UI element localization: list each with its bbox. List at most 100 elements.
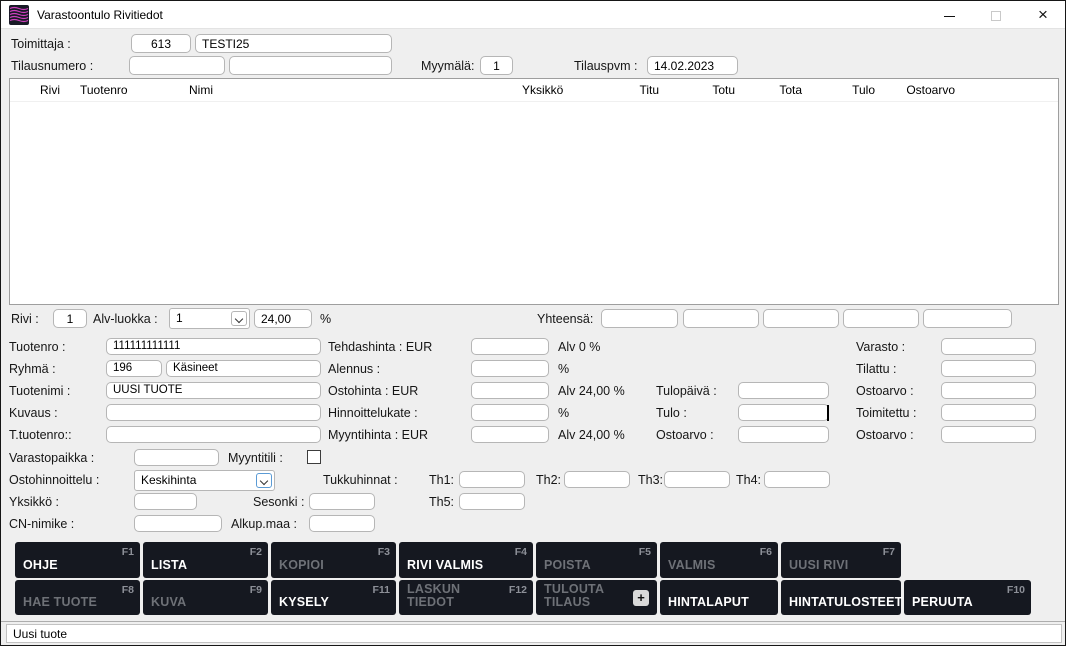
yksikko-label: Yksikkö : (9, 495, 59, 509)
button-hae-tuote[interactable]: HAE TUOTEF8 (15, 580, 140, 615)
toimitettu-field[interactable] (941, 404, 1036, 421)
tuotenimi-field[interactable]: UUSI TUOTE (106, 382, 321, 399)
yhteensa-label: Yhteensä: (537, 312, 593, 326)
button-kysely[interactable]: KYSELYF11 (271, 580, 396, 615)
tulopaiva-field[interactable] (738, 382, 829, 399)
ostohinnoittelu-selected-value: Keskihinta (141, 473, 196, 487)
rivi-label: Rivi : (11, 312, 39, 326)
cn-nimike-label: CN-nimike : (9, 517, 74, 531)
kuvaus-field[interactable] (106, 404, 321, 421)
receipt-ostoarvo-field[interactable] (738, 426, 829, 443)
tehdashinta-field[interactable] (471, 338, 549, 355)
button-kuva[interactable]: KUVAF9 (143, 580, 268, 615)
column-header-tulo: Tulo (818, 83, 875, 97)
alkup-maa-field[interactable] (309, 515, 375, 532)
myyntitili-label: Myyntitili : (228, 451, 283, 465)
button-ohje[interactable]: OHJE F1 (15, 542, 140, 578)
toimittaja-code-field[interactable]: 613 (131, 34, 191, 53)
button-tulouta-tilaus[interactable]: TULOUTA TILAUS+ (536, 580, 657, 615)
th3-field[interactable] (664, 471, 730, 488)
myymala-label: Myymälä: (421, 59, 474, 73)
column-header-tuotenro: Tuotenro (80, 83, 128, 97)
cn-nimike-field[interactable] (134, 515, 222, 532)
th4-field[interactable] (764, 471, 830, 488)
myyntihinta-label: Myyntihinta : EUR (328, 428, 428, 442)
stock-ostoarvo2-field[interactable] (941, 426, 1036, 443)
alv-luokka-label: Alv-luokka : (93, 312, 158, 326)
ostohinta-field[interactable] (471, 382, 549, 399)
tulopaiva-label: Tulopäivä : (656, 384, 717, 398)
ryhma-name-field[interactable]: Käsineet (166, 360, 321, 377)
tuotenro-field[interactable]: 111111111111 (106, 338, 321, 355)
alv-percent-field[interactable]: 24,00 (254, 309, 312, 328)
stock-ostoarvo-label: Ostoarvo : (856, 384, 914, 398)
column-header-yksikko: Yksikkö (522, 83, 563, 97)
alv-luokka-dropdown-button[interactable] (231, 311, 247, 326)
close-button[interactable]: × (1026, 1, 1060, 29)
myyntihinta-field[interactable] (471, 426, 549, 443)
yksikko-field[interactable] (134, 493, 197, 510)
minimize-icon (944, 16, 955, 17)
toimittaja-name-field[interactable]: TESTI25 (195, 34, 392, 53)
button-hintalaput[interactable]: HINTALAPUT (660, 580, 778, 615)
button-hintatulosteet[interactable]: HINTATULOSTEET (781, 580, 901, 615)
tilauspvm-field[interactable]: 14.02.2023 (647, 56, 738, 75)
button-peruuta[interactable]: PERUUTAF10 (904, 580, 1031, 615)
column-header-titu: Titu (602, 83, 659, 97)
button-fkey-label: F1 (122, 546, 134, 558)
button-uusi-rivi[interactable]: UUSI RIVIF7 (781, 542, 901, 578)
alv-luokka-select[interactable]: 1 (169, 308, 250, 329)
tilausnumero-name-field[interactable] (229, 56, 392, 75)
yhteensa-field-5[interactable] (923, 309, 1012, 328)
ostohinnoittelu-select[interactable]: Keskihinta (134, 470, 275, 491)
button-label: HINTALAPUT (668, 596, 749, 609)
ryhma-code-field[interactable]: 196 (106, 360, 162, 377)
button-label: OHJE (23, 559, 58, 572)
button-fkey-label: F11 (372, 584, 390, 596)
alennus-field[interactable] (471, 360, 549, 377)
stock-ostoarvo-field[interactable] (941, 382, 1036, 399)
th4-label: Th4: (736, 473, 761, 487)
toimitettu-label: Toimitettu : (856, 406, 916, 420)
myyntitili-checkbox[interactable] (307, 450, 321, 464)
tilattu-label: Tilattu : (856, 362, 897, 376)
ostohinnoittelu-dropdown-button[interactable] (256, 473, 272, 488)
tilattu-field[interactable] (941, 360, 1036, 377)
sesonki-field[interactable] (309, 493, 375, 510)
button-rivi-valmis[interactable]: RIVI VALMISF4 (399, 542, 533, 578)
maximize-icon (991, 11, 1001, 21)
yhteensa-field-2[interactable] (683, 309, 759, 328)
varasto-field[interactable] (941, 338, 1036, 355)
minimize-button[interactable] (932, 1, 966, 29)
yhteensa-field-4[interactable] (843, 309, 919, 328)
button-label: LASKUN TIEDOT (407, 583, 479, 609)
t-tuotenro-field[interactable] (106, 426, 321, 443)
tilausnumero-code-field[interactable] (129, 56, 225, 75)
button-valmis[interactable]: VALMISF6 (660, 542, 778, 578)
button-kopioi[interactable]: KOPIOIF3 (271, 542, 396, 578)
tulo-field[interactable] (738, 404, 829, 421)
button-lista[interactable]: LISTAF2 (143, 542, 268, 578)
th2-field[interactable] (564, 471, 630, 488)
button-laskun-tiedot[interactable]: LASKUN TIEDOT F12 (399, 580, 533, 615)
button-label: HAE TUOTE (23, 596, 97, 609)
hinnoittelukate-field[interactable] (471, 404, 549, 421)
tilauspvm-label: Tilauspvm : (574, 59, 637, 73)
varastopaikka-field[interactable] (134, 449, 219, 466)
plus-icon[interactable]: + (633, 590, 649, 606)
window: Varastoontulo Rivitiedot × Toimittaja : … (0, 0, 1066, 646)
maximize-button[interactable] (979, 1, 1013, 29)
button-fkey-label: F12 (509, 584, 527, 596)
function-button-row-1: OHJE F1 LISTAF2KOPIOIF3RIVI VALMISF4POISTA… (15, 542, 901, 578)
myyntihinta-alv-label: Alv 24,00 % (558, 428, 625, 442)
th5-field[interactable] (459, 493, 525, 510)
button-fkey-label: F5 (639, 546, 651, 558)
yhteensa-field-1[interactable] (601, 309, 678, 328)
th1-field[interactable] (459, 471, 525, 488)
yhteensa-field-3[interactable] (763, 309, 839, 328)
button-poista[interactable]: POISTAF5 (536, 542, 657, 578)
myymala-field[interactable]: 1 (480, 56, 513, 75)
rows-table[interactable]: Rivi Tuotenro Nimi Yksikkö Titu Totu Tot… (9, 78, 1059, 305)
button-label: HINTATULOSTEET (789, 596, 897, 609)
rivi-field[interactable]: 1 (53, 309, 87, 328)
